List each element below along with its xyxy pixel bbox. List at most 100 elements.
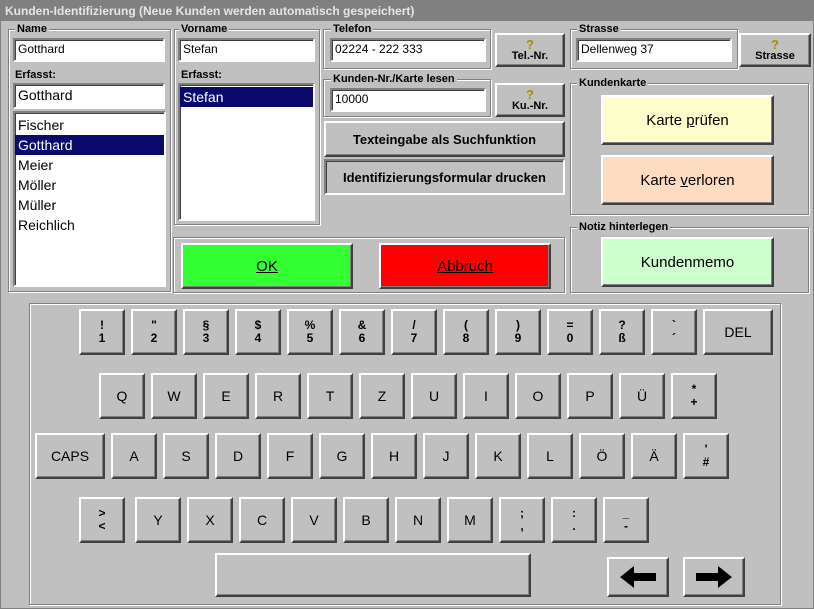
key-a[interactable]: A — [111, 433, 157, 479]
vorname-list[interactable]: Stefan — [178, 83, 315, 221]
list-item[interactable]: Meier — [15, 155, 164, 175]
key-i[interactable]: I — [463, 373, 509, 419]
key-lower-label: # — [702, 455, 710, 469]
key-l[interactable]: L — [527, 433, 573, 479]
karte-verloren-label: Karte verloren — [640, 171, 735, 189]
right-arrow-icon — [696, 566, 732, 588]
key-8[interactable]: (8 — [443, 309, 489, 355]
key-less-than[interactable]: > < — [79, 497, 125, 543]
key-m[interactable]: M — [447, 497, 493, 543]
key-e[interactable]: E — [203, 373, 249, 419]
key-left[interactable] — [607, 557, 669, 597]
ok-button[interactable]: OK — [181, 243, 353, 289]
texteingabe-button[interactable]: Texteingabe als Suchfunktion — [324, 121, 565, 157]
key-9[interactable]: ) 9 — [495, 309, 541, 355]
karte-verloren-button[interactable]: Karte verloren — [601, 155, 774, 205]
key-ß[interactable]: ? ß — [599, 309, 645, 355]
key-x[interactable]: X — [187, 497, 233, 543]
key-3[interactable]: § 3 — [183, 309, 229, 355]
name-label: Name — [15, 23, 49, 35]
list-item[interactable]: Stefan — [180, 87, 313, 107]
key-5[interactable]: % 5 — [287, 309, 333, 355]
strasse-input[interactable]: Dellenweg 37 — [576, 38, 732, 62]
key-caps[interactable]: CAPS — [35, 433, 105, 479]
list-item[interactable]: Müller — [15, 195, 164, 215]
key-7[interactable]: /7 — [391, 309, 437, 355]
key-ö[interactable]: Ö — [579, 433, 625, 479]
key-u[interactable]: U — [411, 373, 457, 419]
key-punct-1[interactable]: :. — [551, 497, 597, 543]
key-4[interactable]: $4 — [235, 309, 281, 355]
key-ä[interactable]: Ä — [631, 433, 677, 479]
list-item[interactable]: Möller — [15, 175, 164, 195]
key-right[interactable] — [683, 557, 745, 597]
name-list[interactable]: Fischer Gotthard Meier Möller Müller Reichlic… — [13, 111, 166, 287]
strasse-button-label: Strasse — [755, 50, 795, 62]
list-item[interactable]: Gotthard — [15, 135, 164, 155]
key-n[interactable]: N — [395, 497, 441, 543]
kundennr-label: Kunden-Nr./Karte lesen — [331, 73, 457, 85]
key-space[interactable] — [215, 553, 531, 597]
strasse-button[interactable]: ? Strasse — [739, 33, 811, 67]
key-delete[interactable]: DEL — [703, 309, 773, 355]
kundenmemo-label: Kundenmemo — [640, 253, 735, 271]
vorname-erfasst-label: Erfasst: — [181, 69, 222, 81]
key-o[interactable]: O — [515, 373, 561, 419]
key-d[interactable]: D — [215, 433, 261, 479]
key-g[interactable]: G — [319, 433, 365, 479]
key-t[interactable]: T — [307, 373, 353, 419]
karte-pruefen-label: Karte prüfen — [646, 111, 729, 129]
ku-nr-button[interactable]: ? Ku.-Nr. — [495, 83, 565, 117]
kundennr-input[interactable]: 10000 — [330, 88, 486, 112]
kundenkarte-label: Kundenkarte — [577, 77, 649, 89]
key-lower-label: 4 — [254, 331, 262, 345]
key-b[interactable]: B — [343, 497, 389, 543]
key-j[interactable]: J — [423, 433, 469, 479]
key-z[interactable]: Z — [359, 373, 405, 419]
key-s[interactable]: S — [163, 433, 209, 479]
key-r[interactable]: R — [255, 373, 301, 419]
formular-drucken-button[interactable]: Identifizierungsformular drucken — [324, 159, 565, 195]
tel-nr-button-label: Tel.-Nr. — [511, 50, 549, 62]
key-h[interactable]: H — [371, 433, 417, 479]
key-ü[interactable]: Ü — [619, 373, 665, 419]
key-1[interactable]: ! 1 — [79, 309, 125, 355]
key-6[interactable]: & 6 — [339, 309, 385, 355]
key-0[interactable]: = 0 — [547, 309, 593, 355]
abbruch-label: Abbruch — [437, 257, 493, 275]
key-2[interactable]: " 2 — [131, 309, 177, 355]
key-f[interactable]: F — [267, 433, 313, 479]
key-´[interactable]: ` ´ — [651, 309, 697, 355]
telefon-input[interactable]: 02224 - 222 333 — [330, 38, 486, 62]
vorname-input[interactable]: Stefan — [178, 38, 315, 62]
left-arrow-icon — [620, 566, 656, 588]
notiz-label: Notiz hinterlegen — [577, 221, 671, 233]
key-lower-label: 6 — [358, 331, 366, 345]
list-item[interactable]: Reichlich — [15, 215, 164, 235]
key-k[interactable]: K — [475, 433, 521, 479]
key-p[interactable]: P — [567, 373, 613, 419]
key-lower-label: , — [520, 519, 524, 533]
ok-label: OK — [256, 257, 278, 275]
karte-pruefen-button[interactable]: Karte prüfen — [601, 95, 774, 145]
key-q[interactable]: Q — [99, 373, 145, 419]
key-punct-0[interactable]: ;, — [499, 497, 545, 543]
vorname-label: Vorname — [179, 23, 230, 35]
key-plus[interactable]: * + — [671, 373, 717, 419]
kundenmemo-button[interactable]: Kundenmemo — [601, 237, 774, 287]
key-y[interactable]: Y — [135, 497, 181, 543]
key-w[interactable]: W — [151, 373, 197, 419]
list-item[interactable]: Fischer — [15, 115, 164, 135]
abbruch-button[interactable]: Abbruch — [379, 243, 551, 289]
name-input[interactable]: Gotthard — [13, 38, 165, 62]
key-v[interactable]: V — [291, 497, 337, 543]
name-erfasst-field[interactable]: Gotthard — [13, 83, 165, 109]
key-lower-label: 2 — [150, 331, 158, 345]
key-hash[interactable]: ' # — [683, 433, 729, 479]
key-lower-label: 1 — [98, 331, 106, 345]
key-punct-2[interactable]: _ - — [603, 497, 649, 543]
tel-nr-button[interactable]: ? Tel.-Nr. — [495, 33, 565, 67]
key-c[interactable]: C — [239, 497, 285, 543]
key-lower-label: - — [624, 519, 628, 533]
key-lower-label: 8 — [462, 331, 470, 345]
